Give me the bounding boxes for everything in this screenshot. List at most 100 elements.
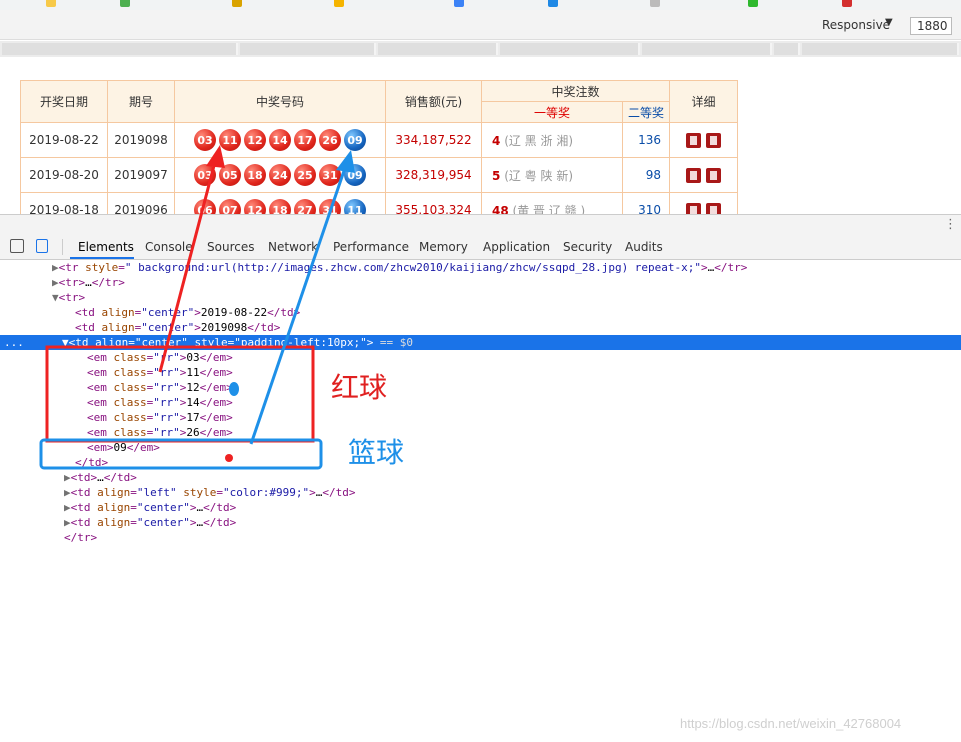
device-toggle-icon[interactable] <box>36 239 48 253</box>
first-prize-count[interactable]: 5 <box>492 169 500 183</box>
dom-node[interactable]: <em class="rr">12</em> <box>87 380 233 395</box>
blue-ball: 09 <box>344 129 366 151</box>
tab-elements[interactable]: Elements <box>78 240 134 254</box>
responsive-dropdown[interactable]: Responsive <box>822 18 890 32</box>
cell-sales: 334,187,522 <box>385 122 482 158</box>
red-ball-label: 红球 <box>331 371 388 404</box>
tab-sources[interactable]: Sources <box>207 240 254 254</box>
red-ball: 14 <box>269 129 291 151</box>
header-numbers: 中奖号码 <box>174 80 386 123</box>
red-ball: 31 <box>319 199 341 214</box>
red-ball: 24 <box>269 164 291 186</box>
chevron-down-icon[interactable]: ▼ <box>885 17 893 28</box>
cell-detail <box>669 122 738 158</box>
cell-numbers: 03 05 18 24 25 31 09 <box>174 157 386 193</box>
dom-node[interactable]: <td align="center">2019-08-22</td> <box>75 305 300 320</box>
dom-node[interactable]: ▶<td align="center">…</td> <box>64 500 236 515</box>
cell-numbers: 03 11 12 14 17 26 09 <box>174 122 386 158</box>
tab-network[interactable]: Network <box>268 240 318 254</box>
detail-document-icon[interactable] <box>686 167 701 183</box>
dom-node[interactable]: <em class="rr">03</em> <box>87 350 233 365</box>
bookmark-site-icon[interactable] <box>548 0 558 7</box>
tab-performance[interactable]: Performance <box>333 240 409 254</box>
detail-document-icon[interactable] <box>686 202 701 214</box>
dom-node[interactable]: ▶<td align="center">…</td> <box>64 515 236 530</box>
red-ball: 05 <box>219 164 241 186</box>
tab-application[interactable]: Application <box>483 240 550 254</box>
tab-security[interactable]: Security <box>563 240 612 254</box>
red-ball: 12 <box>244 129 266 151</box>
detail-video-icon[interactable] <box>706 132 721 148</box>
dom-node[interactable]: <em class="rr">17</em> <box>87 410 233 425</box>
cell-date: 2019-08-22 <box>20 122 108 158</box>
red-ball: 17 <box>294 129 316 151</box>
first-prize-regions: (黄 晋 辽 赣 ) <box>512 203 586 215</box>
cell-detail <box>669 192 738 214</box>
watermark: https://blog.csdn.net/weixin_42768004 <box>680 716 902 731</box>
red-ball: 07 <box>219 199 241 214</box>
dom-node[interactable]: <td align="center">2019098</td> <box>75 320 280 335</box>
detail-video-icon[interactable] <box>706 202 721 214</box>
table-row: 2019-08-22 2019098 03 11 12 14 17 26 09 334,187,5… <box>20 122 738 158</box>
dom-node[interactable]: ▼<tr> <box>52 290 85 305</box>
media-query-ruler[interactable] <box>0 41 961 57</box>
cell-sales: 328,319,954 <box>385 157 482 193</box>
table-row: 2019-08-20 2019097 03 05 18 24 25 31 09 328,319,9… <box>20 157 738 193</box>
red-ball: 11 <box>219 129 241 151</box>
bookmark-page-icon[interactable] <box>650 0 660 7</box>
dom-node[interactable]: ▶<tr>…</tr> <box>52 275 125 290</box>
dom-tree: ▶<tr style=" background:url(http://image… <box>0 260 961 742</box>
bookmark-star-icon[interactable] <box>46 0 56 7</box>
header-second-prize: 二等奖 <box>622 101 670 123</box>
dom-node[interactable]: <em>09</em> <box>87 440 160 455</box>
tab-audits[interactable]: Audits <box>625 240 663 254</box>
viewport-width-input[interactable]: 1880 <box>910 17 952 35</box>
detail-video-icon[interactable] <box>706 167 721 183</box>
devtools-tabbar: Elements Console Sources Network Perform… <box>0 234 961 260</box>
bookmark-smile-icon[interactable] <box>334 0 344 7</box>
first-prize-count[interactable]: 48 <box>492 204 509 215</box>
first-prize-regions: (辽 粤 陕 新) <box>504 168 573 183</box>
first-prize-count[interactable]: 4 <box>492 134 500 148</box>
bookmark-translate-icon[interactable] <box>454 0 464 7</box>
bookmark-site-icon[interactable] <box>842 0 852 7</box>
lottery-results-table: 开奖日期 期号 中奖号码 销售额(元) 中奖注数 详细 一等奖 二等奖 2019… <box>20 80 738 214</box>
dom-node[interactable]: <em class="rr">11</em> <box>87 365 233 380</box>
bookmark-folder-icon[interactable] <box>120 0 130 7</box>
header-first-prize: 一等奖 <box>481 101 623 123</box>
table-row: 2019-08-18 2019096 06 07 12 18 27 31 11 355,103,3… <box>20 192 738 215</box>
red-ball: 25 <box>294 164 316 186</box>
red-ball: 18 <box>269 199 291 214</box>
cell-issue: 2019096 <box>107 192 175 214</box>
dom-node[interactable]: ▶<tr style=" background:url(http://image… <box>52 260 747 275</box>
dom-node[interactable]: <em class="rr">26</em> <box>87 425 233 440</box>
dom-node[interactable]: </td> <box>75 455 108 470</box>
red-ball: 06 <box>194 199 216 214</box>
dom-node[interactable]: <em class="rr">14</em> <box>87 395 233 410</box>
cell-date: 2019-08-18 <box>20 192 108 214</box>
cell-second-prize: 310 <box>622 192 670 214</box>
red-ball: 03 <box>194 129 216 151</box>
dom-node[interactable]: </tr> <box>64 530 97 545</box>
cell-sales: 355,103,324 <box>385 192 482 214</box>
dom-node[interactable]: ▶<td>…</td> <box>64 470 137 485</box>
active-tab-indicator <box>70 257 134 259</box>
devtools-resizer[interactable]: ⋮ <box>0 214 961 234</box>
more-icon[interactable]: ⋮ <box>944 217 957 232</box>
red-ball: 31 <box>319 164 341 186</box>
tab-console[interactable]: Console <box>145 240 193 254</box>
inspect-element-icon[interactable] <box>10 239 24 253</box>
bookmark-folder-icon[interactable] <box>232 0 242 7</box>
cell-issue: 2019098 <box>107 122 175 158</box>
blue-ball: 09 <box>344 164 366 186</box>
detail-document-icon[interactable] <box>686 132 701 148</box>
dom-node-selected[interactable]: ... ▼<td align="center" style="padding-le… <box>0 335 961 350</box>
bookmark-wechat-icon[interactable] <box>748 0 758 7</box>
tab-memory[interactable]: Memory <box>419 240 468 254</box>
header-date: 开奖日期 <box>20 80 108 123</box>
red-ball: 12 <box>244 199 266 214</box>
red-ball: 26 <box>319 129 341 151</box>
dom-node[interactable]: ▶<td align="left" style="color:#999;">…<… <box>64 485 355 500</box>
cell-issue: 2019097 <box>107 157 175 193</box>
bookmarks-bar <box>0 0 961 10</box>
